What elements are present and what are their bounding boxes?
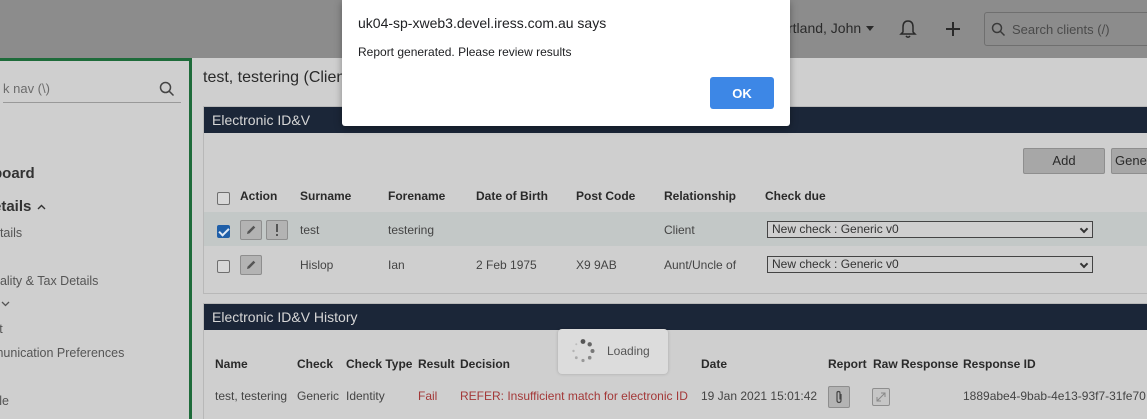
quick-nav-input[interactable] (3, 81, 153, 96)
search-icon[interactable] (159, 81, 175, 97)
col-response-id: Response ID (963, 357, 1036, 371)
sidebar-item-dashboard[interactable]: board (0, 165, 35, 182)
cell-result: Fail (418, 389, 438, 403)
chevron-down-icon (1079, 259, 1089, 269)
eidv-history-header: Electronic ID&V History (204, 304, 1147, 330)
dialog-title: uk04-sp-xweb3.devel.iress.com.au says (358, 15, 607, 31)
add-button[interactable]: Add (1023, 148, 1105, 174)
col-result: Result (418, 357, 455, 371)
cell-post-code: X9 9AB (576, 258, 617, 272)
bell-icon[interactable] (899, 19, 917, 39)
user-menu[interactable]: rtland, John (788, 20, 875, 36)
cell-name: test, testering (215, 389, 288, 403)
generate-button[interactable]: Gener (1111, 148, 1147, 174)
ok-button[interactable]: OK (710, 77, 774, 109)
col-raw-response: Raw Response (873, 357, 959, 371)
select-all-checkbox[interactable] (217, 192, 230, 205)
cell-relationship: Client (664, 223, 695, 237)
sidebar-subitem-communication-preferences[interactable]: munication Preferences (0, 346, 124, 360)
col-surname: Surname (300, 189, 352, 203)
col-check-type: Check Type (346, 357, 413, 371)
row-checkbox[interactable] (217, 260, 230, 273)
pencil-icon (247, 225, 256, 234)
cell-date: 19 Jan 2021 15:01:42 (701, 389, 818, 403)
report-button[interactable] (828, 386, 850, 408)
check-due-value: New check : Generic v0 (772, 222, 899, 236)
check-due-value: New check : Generic v0 (772, 257, 899, 271)
cell-surname: Hislop (300, 258, 334, 272)
sidebar-subitem-nationality-tax[interactable]: nality & Tax Details (0, 274, 98, 288)
chevron-down-icon[interactable] (1, 301, 10, 307)
client-search[interactable] (984, 12, 1147, 46)
cell-forename: testering (388, 223, 435, 237)
check-due-select[interactable]: New check : Generic v0 (767, 221, 1093, 238)
cell-decision: REFER: Insufficient match for electronic… (460, 389, 688, 403)
edit-button[interactable] (240, 255, 262, 275)
col-relationship: Relationship (664, 189, 737, 203)
cell-forename: Ian (388, 258, 405, 272)
cell-check: Generic (297, 389, 340, 403)
col-decision: Decision (460, 357, 511, 371)
col-date: Date (701, 357, 728, 371)
alert-dialog: uk04-sp-xweb3.devel.iress.com.au says Re… (342, 0, 790, 126)
col-post-code: Post Code (576, 189, 636, 203)
col-check: Check (297, 357, 334, 371)
cell-relationship: Aunt/Uncle of (664, 258, 737, 272)
raw-response-button[interactable] (872, 388, 890, 406)
col-check-due: Check due (765, 189, 826, 203)
pencil-icon (247, 260, 256, 269)
quick-nav[interactable] (3, 75, 181, 103)
sidebar-subitem-lifestyle[interactable]: yle (0, 394, 9, 408)
loading-indicator: Loading (558, 329, 668, 374)
page-title: test, testering (Clien (203, 69, 346, 86)
col-forename: Forename (388, 189, 446, 203)
col-report: Report (828, 357, 867, 371)
sidebar-nav: t board etails etails nality & Tax Detai… (0, 58, 192, 419)
col-date-of-birth: Date of Birth (476, 189, 548, 203)
exclamation-icon (276, 224, 278, 236)
edit-button[interactable] (240, 220, 262, 240)
dialog-message: Report generated. Please review results (358, 45, 572, 59)
sidebar-subitem-contact[interactable]: ct (0, 322, 3, 336)
search-icon (991, 22, 1006, 36)
eidv-panel: Electronic ID&V Add Gener Action Surname… (203, 106, 1147, 294)
sidebar-subitem-details[interactable]: etails (0, 226, 22, 240)
cell-date-of-birth: 2 Feb 1975 (476, 258, 537, 272)
col-action: Action (240, 189, 278, 203)
col-name: Name (215, 357, 248, 371)
eidv-history-panel: Electronic ID&V History Name Check Check… (203, 303, 1147, 419)
check-due-select[interactable]: New check : Generic v0 (767, 256, 1093, 273)
spinner-icon (572, 339, 595, 363)
sidebar-item-details[interactable]: etails (0, 198, 46, 215)
cell-surname: test (300, 223, 320, 237)
loading-text: Loading (607, 344, 650, 358)
cell-check-type: Identity (346, 389, 385, 403)
client-search-input[interactable] (1012, 21, 1147, 37)
chevron-up-icon[interactable] (37, 204, 46, 210)
chevron-down-icon (1079, 224, 1089, 234)
cell-response-id: 1889abe4-9bab-4e13-93f7-31fe70 (963, 389, 1146, 403)
paperclip-icon (836, 390, 842, 404)
plus-icon[interactable] (943, 19, 963, 39)
chevron-down-icon[interactable] (866, 25, 875, 31)
alert-button[interactable] (266, 220, 288, 240)
expand-icon (876, 392, 886, 402)
user-name[interactable]: rtland, John (788, 20, 861, 36)
sidebar-item-details-label[interactable]: etails (0, 198, 31, 215)
row-checkbox[interactable] (217, 225, 230, 238)
